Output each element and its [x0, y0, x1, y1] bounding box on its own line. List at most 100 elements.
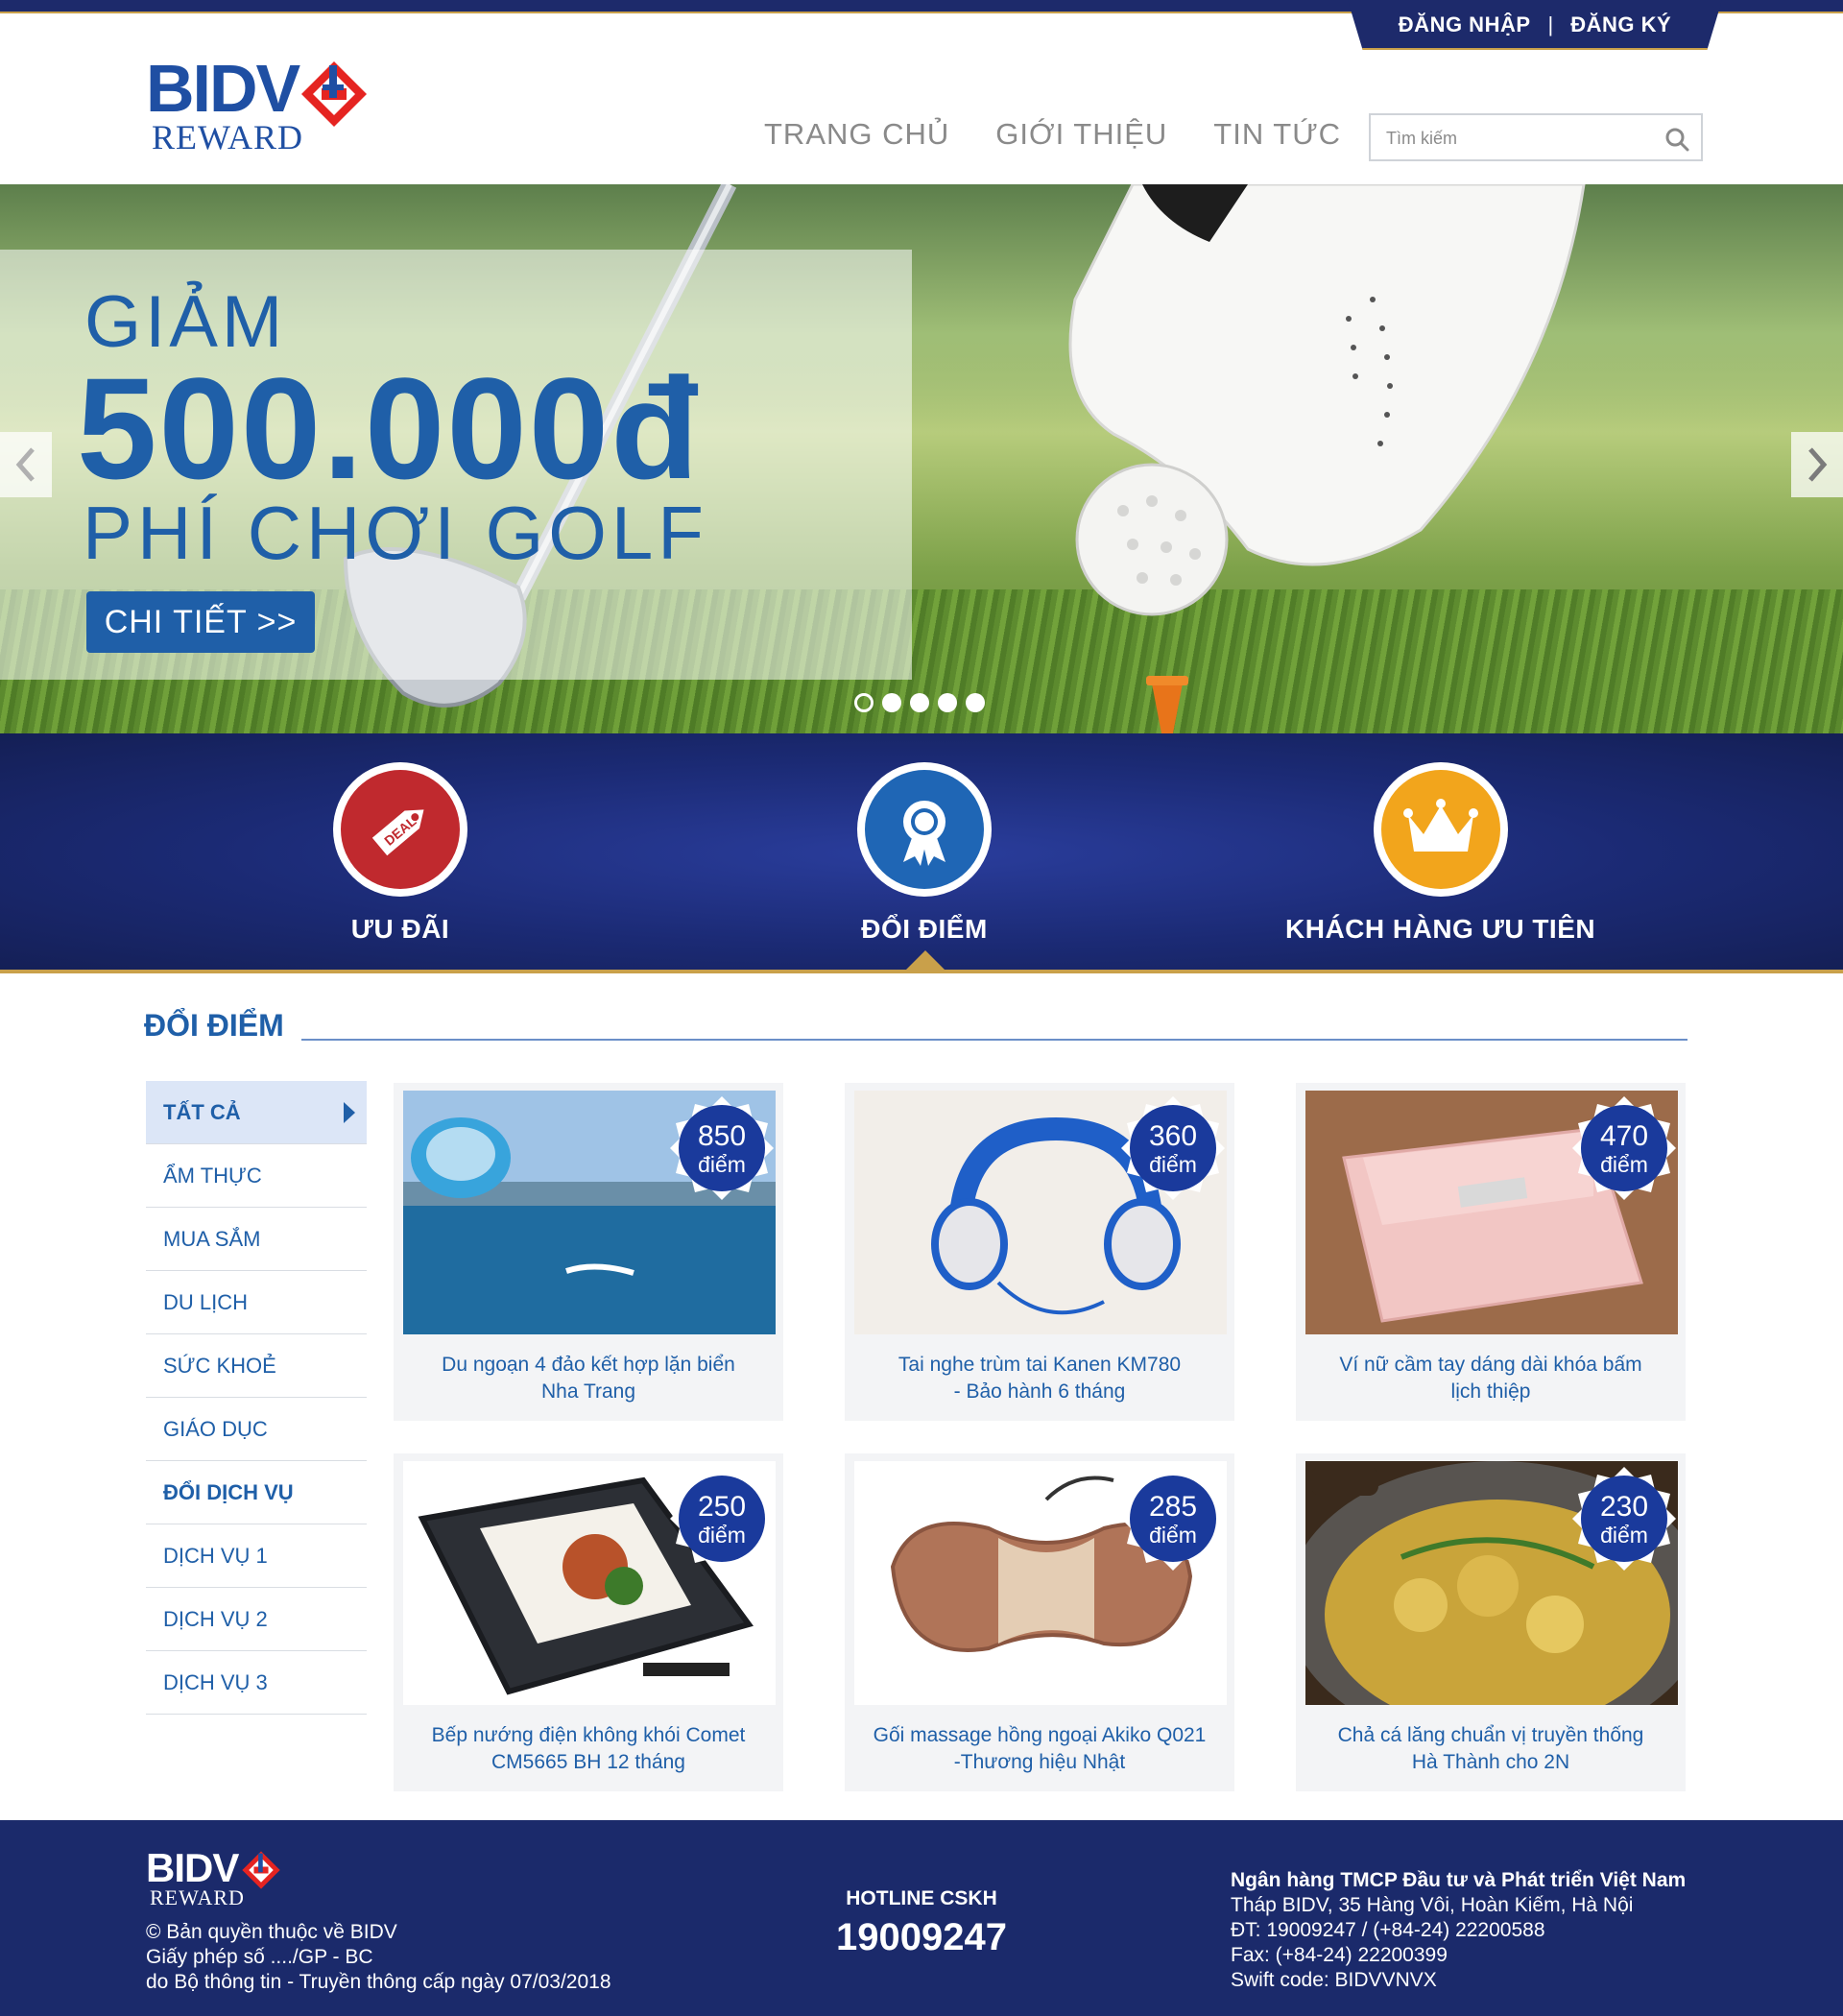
product-title: Chả cá lăng chuẩn vị truyền thống Hà Thàn… [1305, 1722, 1676, 1776]
product-title-line2: Hà Thành cho 2N [1411, 1751, 1570, 1773]
auth-tab: ĐĂNG NHẬP | ĐĂNG KÝ [1348, 0, 1722, 50]
product-title-line1: Bếp nướng điện không khói Comet [431, 1724, 746, 1746]
product-card[interactable]: 470 điểm Ví nữ cầm tay dáng dài khóa bấm l… [1296, 1083, 1686, 1421]
product-card[interactable]: 230 điểm Chả cá lăng chuẩn vị truyền thốn… [1296, 1453, 1686, 1791]
sidebar-item-label: GIÁO DỤC [163, 1416, 268, 1441]
slide-dot[interactable] [966, 693, 985, 712]
sidebar-item-health[interactable]: SỨC KHOẺ [146, 1334, 367, 1398]
sidebar-item-all[interactable]: TẤT CẢ [146, 1081, 367, 1144]
product-card[interactable]: 250 điểm Bếp nướng điện không khói Comet C… [394, 1453, 783, 1791]
bidv-diamond-icon [301, 61, 367, 127]
feature-redeem-points[interactable]: ĐỔI ĐIỂM [857, 762, 992, 945]
sidebar-item-services[interactable]: ĐỔI DỊCH VỤ [146, 1461, 367, 1524]
footer-bank-name: Ngân hàng TMCP Đầu tư và Phát triển Việt… [1231, 1869, 1687, 1891]
logo-product-text: REWARD [152, 118, 303, 156]
points-value: 285 [1148, 1491, 1198, 1523]
footer-address: Tháp BIDV, 35 Hàng Vôi, Hoàn Kiếm, Hà Nộ… [1231, 1894, 1634, 1916]
login-link[interactable]: ĐĂNG NHẬP [1399, 12, 1531, 37]
sidebar-item-label: DỊCH VỤ 2 [163, 1606, 268, 1631]
footer-phone: ĐT: 19009247 / (+84-24) 22200588 [1231, 1919, 1545, 1941]
product-title-line1: Ví nữ cầm tay dáng dài khóa bấm [1339, 1354, 1642, 1376]
active-feature-indicator [904, 950, 946, 972]
sidebar-item-education[interactable]: GIÁO DỤC [146, 1398, 367, 1461]
search-input[interactable] [1386, 125, 1655, 152]
hotline-label: HOTLINE CSKH [846, 1887, 997, 1909]
feature-redeem-label: ĐỔI ĐIỂM [861, 914, 988, 944]
points-value: 360 [1148, 1120, 1198, 1152]
register-link[interactable]: ĐĂNG KÝ [1570, 12, 1671, 37]
bidv-reward-logo[interactable]: BIDV REWARD [146, 50, 386, 157]
footer-swift: Swift code: BIDVVNVX [1231, 1969, 1437, 1991]
sidebar-item-label: TẤT CẢ [163, 1099, 241, 1124]
hero-headline-3: PHÍ CHƠI GOLF [83, 491, 708, 575]
feature-circle-fill: DEAL [341, 770, 460, 889]
footer-contact: Ngân hàng TMCP Đầu tư và Phát triển Việt… [1231, 1868, 1686, 1993]
points-unit: điểm [1149, 1523, 1197, 1548]
sidebar-item-service-1[interactable]: DỊCH VỤ 1 [146, 1524, 367, 1588]
footer-license: Giấy phép số ..../GP - BC [146, 1946, 373, 1968]
product-title: Bếp nướng điện không khói Comet CM5665 BH… [403, 1722, 774, 1776]
caret-right-icon [344, 1102, 355, 1123]
nav-about[interactable]: GIỚI THIỆU [995, 117, 1167, 152]
hero-slide-dots [854, 693, 985, 712]
footer-fax: Fax: (+84-24) 22200399 [1231, 1944, 1448, 1966]
deal-tag-icon: DEAL [371, 809, 424, 856]
sidebar-item-shopping[interactable]: MUA SẮM [146, 1208, 367, 1271]
sidebar-item-label: SỨC KHOẺ [163, 1353, 276, 1378]
sidebar-item-label: ẨM THỰC [163, 1163, 262, 1188]
slide-dot[interactable] [854, 693, 874, 712]
footer-logo-product: REWARD [150, 1885, 245, 1909]
product-card[interactable]: 850 điểm Du ngoạn 4 đảo kết hợp lặn biển N… [394, 1083, 783, 1421]
hero-prev-button[interactable] [0, 432, 52, 497]
nav-news[interactable]: TIN TỨC [1213, 117, 1341, 152]
points-unit: điểm [698, 1523, 746, 1548]
slide-dot[interactable] [882, 693, 901, 712]
feature-priority-customer[interactable]: KHÁCH HÀNG ƯU TIÊN [1285, 762, 1595, 945]
hotline-number[interactable]: 19009247 [816, 1916, 1027, 1959]
hero-details-button[interactable]: CHI TIẾT >> [86, 591, 315, 653]
footer-logo[interactable]: BIDV REWARD [146, 1845, 299, 1909]
product-title-line2: -Thương hiệu Nhật [953, 1751, 1126, 1773]
points-unit: điểm [1600, 1152, 1648, 1177]
hero-next-button[interactable] [1791, 432, 1843, 497]
product-title: Du ngoạn 4 đảo kết hợp lặn biển Nha Trang [403, 1352, 774, 1405]
feature-circle [857, 762, 992, 897]
product-card[interactable]: 360 điểm Tai nghe trùm tai Kanen KM780 - B… [845, 1083, 1234, 1421]
sidebar-item-label: DỊCH VỤ 1 [163, 1543, 268, 1568]
search-box [1369, 113, 1703, 161]
points-value: 850 [697, 1120, 747, 1152]
points-unit: điểm [1600, 1523, 1648, 1548]
main-nav: TRANG CHỦ GIỚI THIỆU TIN TỨC [764, 117, 1341, 152]
product-title-line2: - Bảo hành 6 tháng [953, 1380, 1126, 1403]
section-title: ĐỔI ĐIỂM [144, 1008, 284, 1043]
auth-separator: | [1547, 12, 1554, 36]
sidebar-item-food[interactable]: ẨM THỰC [146, 1144, 367, 1208]
points-badge: 470 điểm [1570, 1094, 1678, 1202]
hero-banner: GIẢM 500.000đ PHÍ CHƠI GOLF CHI TIẾT >> [0, 184, 1843, 733]
points-unit: điểm [1149, 1152, 1197, 1177]
sidebar-item-travel[interactable]: DU LỊCH [146, 1271, 367, 1334]
feature-deals[interactable]: DEAL ƯU ĐÃI [333, 762, 467, 945]
sidebar-item-label: DỊCH VỤ 3 [163, 1669, 268, 1694]
product-card[interactable]: 285 điểm Gối massage hồng ngoại Akiko Q02… [845, 1453, 1234, 1791]
chevron-right-icon [1808, 447, 1828, 482]
feature-circle: DEAL [333, 762, 467, 897]
slide-dot[interactable] [910, 693, 929, 712]
feature-circle [1373, 762, 1508, 897]
feature-circle-fill [865, 770, 984, 889]
product-title-line2: lịch thiệp [1450, 1380, 1531, 1403]
feature-circle-fill [1380, 770, 1500, 889]
category-sidebar: TẤT CẢ ẨM THỰC MUA SẮM DU LỊCH SỨC KHOẺ … [146, 1081, 367, 1715]
award-ribbon-icon [903, 801, 945, 866]
sidebar-item-service-3[interactable]: DỊCH VỤ 3 [146, 1651, 367, 1715]
slide-dot[interactable] [938, 693, 957, 712]
points-badge: 250 điểm [668, 1465, 776, 1572]
product-title: Gối massage hồng ngoại Akiko Q021 -Thương… [854, 1722, 1225, 1776]
nav-home[interactable]: TRANG CHỦ [764, 117, 949, 152]
feature-deals-label: ƯU ĐÃI [350, 914, 450, 944]
product-title-line1: Gối massage hồng ngoại Akiko Q021 [873, 1724, 1207, 1746]
sidebar-item-service-2[interactable]: DỊCH VỤ 2 [146, 1588, 367, 1651]
search-icon[interactable] [1664, 127, 1689, 152]
chevron-left-icon [15, 447, 35, 482]
points-value: 250 [697, 1491, 747, 1523]
